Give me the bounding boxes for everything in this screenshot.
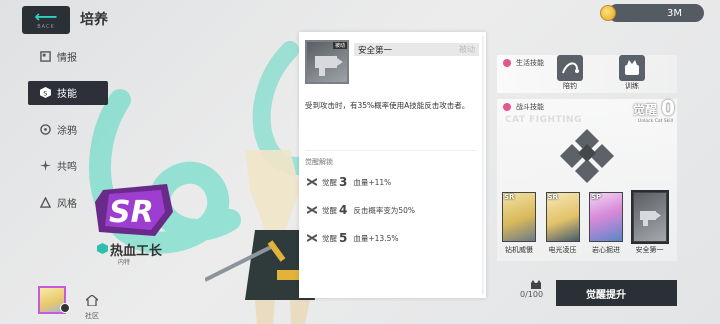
class-icon bbox=[97, 243, 108, 254]
svg-text:S: S bbox=[43, 89, 47, 97]
back-arrow-icon: ⟵ bbox=[34, 7, 58, 26]
awaken-star-icon bbox=[307, 178, 317, 186]
skill-name: 安全第一 bbox=[358, 46, 393, 56]
nav-label: 技能 bbox=[57, 89, 77, 100]
skill-card-selected[interactable]: 安全第一 bbox=[630, 190, 669, 255]
life-skill-fishing[interactable]: 陪钓 bbox=[553, 55, 587, 91]
skill-icon-large: 被动 bbox=[305, 40, 349, 84]
back-sub-label: BACK bbox=[37, 24, 55, 30]
unlock-row: 觉醒 4 反击概率变为50% bbox=[307, 202, 415, 218]
awaken-star-icon bbox=[307, 206, 317, 214]
skill-card-label: 安全第一 bbox=[635, 246, 664, 254]
nav-label: 情报 bbox=[57, 52, 77, 64]
awaken-hex-icon bbox=[560, 129, 614, 183]
skill-card-tier: SR bbox=[547, 193, 558, 201]
life-skill-training[interactable]: 训练 bbox=[615, 55, 649, 91]
nav-item-resonance[interactable]: 共鸣 bbox=[28, 154, 110, 178]
unlock-awaken-label: 觉醒 bbox=[322, 233, 337, 243]
life-skill-title: 生活技能 bbox=[516, 59, 544, 67]
skill-card-label: 岩心掘进 bbox=[592, 246, 620, 254]
community-button[interactable]: 社区 bbox=[82, 291, 102, 321]
unlock-effect: 血量+11% bbox=[353, 177, 392, 187]
skill-card-art: SP bbox=[589, 192, 623, 242]
skill-description: 受到攻击时，有35%概率使用A技能反击攻击者。 bbox=[305, 101, 470, 110]
life-skill-header: 生活技能 bbox=[503, 58, 544, 68]
divider bbox=[305, 150, 477, 151]
life-skill-section: 生活技能 陪钓 训练 bbox=[497, 55, 677, 93]
skill-card-art bbox=[630, 190, 669, 244]
unlock-effect: 血量+13.5% bbox=[353, 233, 399, 243]
drill-icon bbox=[639, 211, 661, 226]
nav-label: 共鸣 bbox=[57, 162, 77, 173]
battle-skill-cards: SR 钻机威慑 SR 电光凌压 SP 岩心掘进 安全第一 bbox=[502, 190, 676, 255]
unlock-row: 觉醒 5 血量+13.5% bbox=[307, 230, 398, 246]
nav-item-graffiti[interactable]: 涂鸦 bbox=[28, 117, 110, 141]
unlock-title: 觉醒解锁 bbox=[305, 158, 333, 166]
awaken-progress: 0/100 bbox=[520, 290, 544, 299]
battle-skill-icon bbox=[503, 103, 511, 111]
awaken-level: 0 bbox=[661, 96, 675, 120]
skill-icon: S bbox=[40, 87, 51, 98]
fishing-icon bbox=[557, 55, 583, 81]
unlock-level: 4 bbox=[339, 203, 348, 217]
back-button[interactable]: ⟵ BACK bbox=[22, 6, 70, 34]
skill-card[interactable]: SR 钻机威慑 bbox=[502, 192, 536, 255]
rarity-badge: SR bbox=[95, 184, 173, 236]
awaken-sub: Unlock Cat Skill bbox=[638, 119, 673, 124]
info-icon bbox=[40, 50, 51, 62]
unlock-level: 5 bbox=[339, 231, 348, 245]
battle-skill-section: 战斗技能 CAT FIGHTING 觉醒 0 Unlock Cat Skill … bbox=[497, 96, 677, 261]
currency-value: 3M bbox=[667, 7, 682, 19]
character-role: 内特 bbox=[118, 259, 131, 266]
nav-item-info[interactable]: 情报 bbox=[28, 44, 110, 68]
skill-card-label: 钻机威慑 bbox=[505, 246, 533, 254]
resonance-icon bbox=[40, 160, 51, 171]
nav-label: 风格 bbox=[57, 198, 77, 210]
skill-card[interactable]: SR 电光凌压 bbox=[545, 192, 580, 255]
awaken-upgrade-button[interactable]: 觉醒提升 bbox=[556, 280, 677, 306]
card-scrollbar[interactable] bbox=[482, 36, 484, 294]
skill-tag: 被动 bbox=[332, 42, 347, 49]
skill-card-tier: SR bbox=[504, 193, 515, 201]
home-icon bbox=[84, 294, 100, 307]
awaken-star-icon bbox=[307, 234, 317, 242]
switch-icon[interactable] bbox=[60, 303, 70, 313]
life-skill-icon bbox=[503, 59, 511, 67]
unlock-level: 3 bbox=[339, 175, 348, 189]
skill-card[interactable]: SP 岩心掘进 bbox=[589, 192, 623, 255]
battle-skill-header: 战斗技能 bbox=[503, 102, 544, 112]
life-skill-label: 陪钓 bbox=[563, 82, 577, 90]
unlock-effect: 反击概率变为50% bbox=[353, 205, 416, 215]
nav-item-skill[interactable]: S 技能 bbox=[28, 80, 108, 105]
coin-icon bbox=[600, 5, 616, 21]
graffiti-icon bbox=[40, 123, 51, 135]
nav-label: 涂鸦 bbox=[57, 125, 77, 137]
unlock-awaken-label: 觉醒 bbox=[322, 177, 337, 187]
unlock-awaken-label: 觉醒 bbox=[322, 205, 337, 215]
skill-card-art: SR bbox=[545, 192, 580, 242]
rarity-text: SR bbox=[109, 195, 154, 230]
style-icon bbox=[40, 196, 51, 208]
page-title: 培养 bbox=[80, 12, 108, 28]
unlock-row: 觉醒 3 血量+11% bbox=[307, 174, 391, 190]
cat-token-icon bbox=[531, 280, 541, 289]
life-skill-label: 训练 bbox=[625, 82, 639, 90]
skill-card-art: SR bbox=[502, 192, 536, 242]
skill-card-tier: SP bbox=[591, 193, 602, 201]
cat-fighting-watermark: CAT FIGHTING bbox=[505, 115, 582, 125]
battle-skill-title: 战斗技能 bbox=[516, 103, 544, 111]
skill-type: 被动 bbox=[459, 45, 475, 54]
currency-display[interactable]: 3M bbox=[600, 4, 704, 22]
awaken-label: 觉醒 bbox=[632, 103, 657, 117]
skill-detail-card: 被动 安全第一 被动 受到攻击时，有35%概率使用A技能反击攻击者。 觉醒解锁 … bbox=[299, 32, 486, 298]
skill-card-label: 电光凌压 bbox=[548, 246, 577, 254]
community-label: 社区 bbox=[85, 312, 99, 320]
training-icon bbox=[619, 55, 645, 81]
skill-name-bar: 安全第一 被动 bbox=[354, 43, 479, 56]
